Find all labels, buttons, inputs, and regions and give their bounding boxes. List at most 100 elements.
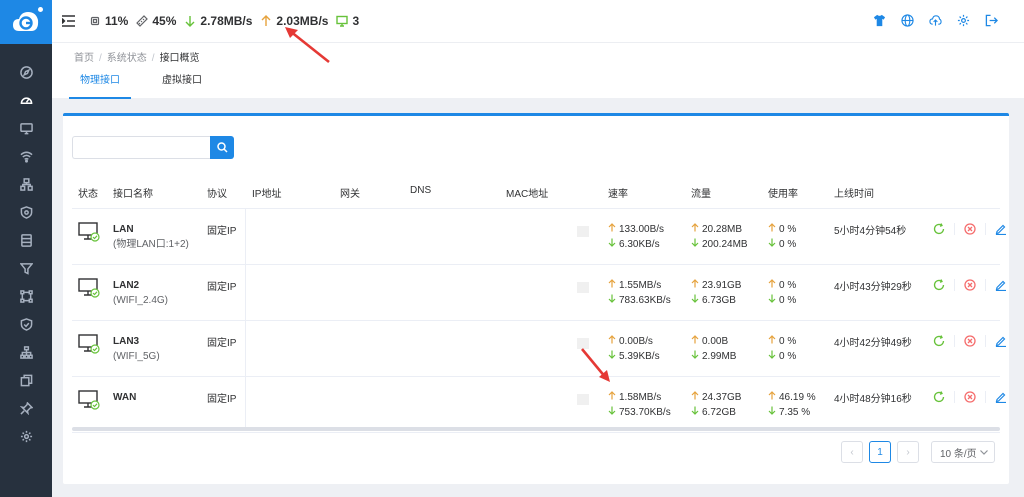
action-divider — [985, 223, 986, 235]
next-page-button[interactable]: › — [897, 441, 919, 463]
clients-stat: 3 — [336, 14, 359, 28]
tab-virtual-interface[interactable]: 虚拟接口 — [151, 73, 213, 99]
interface-subname: (WIFI_2.4G) — [113, 295, 169, 306]
search-button[interactable] — [210, 136, 234, 159]
nav-network-icon[interactable] — [0, 170, 52, 198]
protocol: 固定IP — [207, 226, 237, 237]
table-row: LAN2 (WIFI_2.4G) 固定IP 1.55MB/s 783.63KB/s 23.… — [72, 265, 1006, 321]
breadcrumb-home[interactable]: 首页 — [74, 53, 94, 64]
cpu-usage: 11% — [105, 14, 129, 28]
traffic-down: 200.24MB — [702, 239, 748, 250]
logout-icon[interactable] — [984, 13, 998, 27]
table-row: LAN3 (WIFI_5G) 固定IP 0.00B/s 5.39KB/s 0.00B 2.9… — [72, 321, 1006, 377]
arrow-down-icon — [691, 350, 699, 359]
status-monitor-icon — [78, 390, 100, 413]
breadcrumb-system-status[interactable]: 系统状态 — [107, 53, 147, 64]
arrow-down-icon — [768, 238, 776, 247]
close-circle-icon[interactable] — [964, 279, 976, 291]
col-online-time: 上线时间 — [834, 189, 874, 200]
row-actions — [933, 391, 1016, 403]
interface-subname: (物理LAN口:1+2) — [113, 239, 189, 250]
mac-placeholder — [577, 338, 589, 349]
online-time: 5小时4分钟54秒 — [834, 226, 907, 237]
arrow-down-icon — [608, 350, 616, 359]
status-monitor-icon — [78, 278, 100, 301]
arrow-up-icon — [768, 279, 776, 288]
nav-shield-icon[interactable] — [0, 198, 52, 226]
edit-icon[interactable] — [995, 335, 1007, 347]
mac-placeholder — [577, 226, 589, 237]
close-circle-icon[interactable] — [964, 223, 976, 235]
page-size-select[interactable]: 10 条/页 — [931, 441, 995, 463]
breadcrumb: 首页 / 系统状态 / 接口概览 — [74, 53, 200, 64]
close-circle-icon[interactable] — [964, 335, 976, 347]
rate-down: 5.39KB/s — [619, 351, 660, 362]
interface-subname: (WIFI_5G) — [113, 351, 160, 362]
arrow-down-icon — [608, 294, 616, 303]
search-input[interactable] — [72, 136, 210, 159]
settings-gear-icon[interactable] — [956, 13, 970, 27]
nav-security-icon[interactable] — [0, 310, 52, 338]
interface-name: LAN2 — [113, 280, 140, 291]
theme-shirt-icon[interactable] — [872, 13, 886, 27]
refresh-icon[interactable] — [933, 223, 945, 235]
nav-topology-icon[interactable] — [0, 282, 52, 310]
app-logo[interactable] — [0, 0, 52, 44]
edit-icon[interactable] — [995, 279, 1007, 291]
arrow-down-icon — [185, 16, 195, 27]
nav-wifi-icon[interactable] — [0, 142, 52, 170]
nav-pin-icon[interactable] — [0, 394, 52, 422]
nav-compass-icon[interactable] — [0, 58, 52, 86]
search-icon — [216, 142, 228, 153]
refresh-icon[interactable] — [933, 391, 945, 403]
nav-settings-icon[interactable] — [0, 422, 52, 450]
nav-monitor-icon[interactable] — [0, 114, 52, 142]
online-clients: 3 — [352, 14, 360, 28]
arrow-up-icon — [691, 391, 699, 400]
chevron-down-icon — [980, 449, 988, 455]
page-header: 首页 / 系统状态 / 接口概览 物理接口 虚拟接口 — [52, 42, 1024, 99]
rate-down: 753.70KB/s — [619, 407, 671, 418]
col-status: 状态 — [78, 189, 98, 200]
usage-down: 0 % — [779, 239, 797, 250]
rate-down: 6.30KB/s — [619, 239, 660, 250]
traffic-down: 6.73GB — [702, 295, 736, 306]
interface-name: LAN3 — [113, 336, 140, 347]
action-divider — [954, 279, 955, 291]
menu-collapse-icon[interactable] — [62, 15, 75, 27]
page-number[interactable]: 1 — [869, 441, 891, 463]
arrow-up-icon — [608, 223, 616, 232]
tab-physical-interface[interactable]: 物理接口 — [69, 73, 131, 99]
edit-icon[interactable] — [995, 223, 1007, 235]
interface-name-cell: LAN3 (WIFI_5G) — [113, 334, 160, 364]
arrow-up-icon — [691, 223, 699, 232]
protocol: 固定IP — [207, 282, 237, 293]
rate-up: 0.00B/s — [619, 336, 653, 347]
prev-page-button[interactable]: ‹ — [841, 441, 863, 463]
interface-tabs: 物理接口 虚拟接口 — [69, 73, 233, 99]
arrow-down-icon — [768, 294, 776, 303]
refresh-icon[interactable] — [933, 335, 945, 347]
horizontal-scrollbar[interactable] — [72, 427, 1000, 431]
col-gateway: 网关 — [340, 189, 360, 200]
status-monitor-icon — [78, 334, 100, 357]
nav-copy-icon[interactable] — [0, 366, 52, 394]
nav-dashboard-icon[interactable] — [0, 86, 52, 114]
refresh-icon[interactable] — [933, 279, 945, 291]
nav-storage-icon[interactable] — [0, 226, 52, 254]
cpu-stat: 11% — [89, 14, 128, 28]
row-actions — [933, 223, 1016, 235]
interface-name: WAN — [113, 392, 137, 403]
nav-hierarchy-icon[interactable] — [0, 338, 52, 366]
edit-icon[interactable] — [995, 391, 1007, 403]
arrow-up-icon — [768, 391, 776, 400]
cloud-upload-icon[interactable] — [928, 13, 942, 27]
traffic-up: 23.91GB — [702, 280, 742, 291]
traffic-cell: 24.37GB 6.72GB — [691, 390, 741, 420]
language-globe-icon[interactable] — [900, 13, 914, 27]
arrow-down-icon — [691, 238, 699, 247]
interface-name: LAN — [113, 224, 134, 235]
nav-filter-icon[interactable] — [0, 254, 52, 282]
rate-up: 1.55MB/s — [619, 280, 662, 291]
close-circle-icon[interactable] — [964, 391, 976, 403]
